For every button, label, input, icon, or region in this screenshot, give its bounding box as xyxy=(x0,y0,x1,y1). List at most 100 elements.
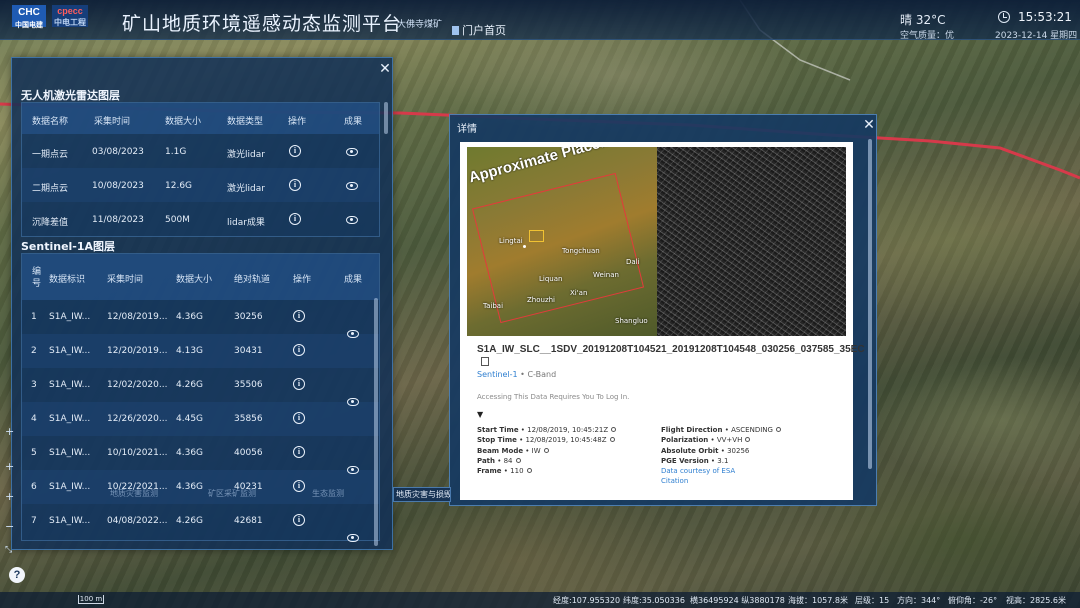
table-row[interactable]: 4 S1A_IW... 12/26/2020... 4.45G 35856 i xyxy=(22,402,379,436)
cell-type: 激光lidar xyxy=(227,150,265,160)
cell-no: 2 xyxy=(31,346,37,356)
footprint-map[interactable]: Approximate Placement Only Lingtai Tongc… xyxy=(467,147,657,336)
gear-icon[interactable] xyxy=(609,437,615,443)
gear-icon[interactable] xyxy=(515,457,521,463)
sentinel-layer-title: Sentinel-1A图层 xyxy=(21,240,116,253)
col-header: 成果 xyxy=(344,117,363,127)
cell-orbit: 30431 xyxy=(234,346,263,356)
info-icon[interactable]: i xyxy=(289,179,301,191)
cell-id: S1A_IW... xyxy=(49,448,91,458)
uav-scrollbar[interactable] xyxy=(384,102,388,134)
eye-icon[interactable] xyxy=(347,534,359,542)
meta-value: ASCENDING xyxy=(731,426,773,434)
cell-name: 二期点云 xyxy=(32,184,69,194)
info-icon[interactable]: i xyxy=(293,344,305,356)
gear-icon[interactable] xyxy=(543,447,549,453)
table-row[interactable]: 3 S1A_IW... 12/02/2020... 4.26G 35506 i xyxy=(22,368,379,402)
granule-name: S1A_IW_SLC__1SDV_20191208T104521_2019120… xyxy=(477,343,865,369)
info-icon[interactable]: i xyxy=(289,145,301,157)
dialog-title: 详情 xyxy=(457,124,477,135)
data-courtesy-link[interactable]: Data courtesy of ESA xyxy=(661,466,781,476)
info-icon[interactable]: i xyxy=(293,514,305,526)
cell-id: S1A_IW... xyxy=(49,346,91,356)
app-title: 矿山地质环境遥感动态监测平台 xyxy=(122,13,403,35)
eye-icon[interactable] xyxy=(346,216,358,224)
dialog-scrollbar[interactable] xyxy=(868,139,872,469)
sar-preview-image[interactable] xyxy=(657,147,846,336)
table-row[interactable]: 沉降差值 11/08/2023 500M lidar成果 i xyxy=(22,202,379,236)
zoom-out-icon[interactable]: − xyxy=(5,520,14,533)
info-icon[interactable]: i xyxy=(293,446,305,458)
status-bar: 100 m 经度:107.955320 纬度:35.050336 横364959… xyxy=(0,592,1080,608)
ghost-layer-label: 地质灾害监测 xyxy=(110,489,158,498)
city-label: Shangluo xyxy=(615,317,648,325)
info-icon[interactable]: i xyxy=(293,412,305,424)
sentinel-scrollbar[interactable] xyxy=(374,298,378,546)
info-icon[interactable]: i xyxy=(289,213,301,225)
air-quality: 空气质量：优 xyxy=(900,31,955,41)
info-icon[interactable]: i xyxy=(293,310,305,322)
sentinel-table: 编号 数据标识 采集时间 数据大小 绝对轨道 操作 成果 1 S1A_IW...… xyxy=(21,253,380,542)
eye-icon[interactable] xyxy=(347,330,359,338)
meta-key: Beam Mode xyxy=(477,446,524,455)
meta-value: 84 xyxy=(503,456,513,465)
zoom-in-icon[interactable]: + xyxy=(5,490,14,503)
table-row[interactable]: 7 S1A_IW... 04/08/2022... 4.26G 42681 i xyxy=(22,504,379,538)
cell-type: lidar成果 xyxy=(227,218,265,228)
meta-value: VV+VH xyxy=(716,436,743,445)
cell-id: S1A_IW... xyxy=(49,414,91,424)
expand-triangle-icon[interactable]: ▼ xyxy=(477,410,483,419)
table-row[interactable]: 一期点云 03/08/2023 1.1G 激光lidar i xyxy=(22,134,379,168)
cell-orbit: 42681 xyxy=(234,516,263,526)
gear-icon[interactable] xyxy=(526,468,532,474)
city-label: Lingtai xyxy=(499,237,523,245)
gear-icon[interactable] xyxy=(745,437,751,443)
table-row[interactable]: 二期点云 10/08/2023 12.6G 激光lidar i xyxy=(22,168,379,202)
meta-key: Stop Time xyxy=(477,436,517,445)
cell-id: S1A_IW... xyxy=(49,312,91,322)
help-icon[interactable]: ? xyxy=(9,567,25,583)
platform-link[interactable]: Sentinel-1 xyxy=(477,370,518,379)
portal-home-link[interactable]: 门户首页 xyxy=(452,22,506,38)
login-notice: Accessing This Data Requires You To Log … xyxy=(477,393,630,401)
altitude-readout: 海拔：1057.8米 xyxy=(788,596,848,605)
table-row[interactable]: 5 S1A_IW... 10/10/2021... 4.36G 40056 i xyxy=(22,436,379,470)
close-icon[interactable]: ✕ xyxy=(378,62,392,76)
gear-icon[interactable] xyxy=(775,427,781,432)
cell-date: 04/08/2022... xyxy=(107,516,168,526)
geohazard-tab[interactable]: 地质灾害与损毁 xyxy=(393,487,451,502)
resize-icon[interactable]: ⤡ xyxy=(5,545,12,555)
zoom-in-icon[interactable]: + xyxy=(5,460,14,473)
city-label: Zhouzhi xyxy=(527,296,556,304)
copy-icon[interactable] xyxy=(481,357,489,366)
eye-icon[interactable] xyxy=(346,148,358,156)
col-header: 成果 xyxy=(344,275,363,285)
col-header: 采集时间 xyxy=(107,275,144,285)
table-header: 编号 数据标识 采集时间 数据大小 绝对轨道 操作 成果 xyxy=(22,254,379,300)
eye-icon[interactable] xyxy=(346,182,358,190)
meta-key: Absolute Orbit xyxy=(661,446,719,455)
granule-card: Approximate Placement Only Lingtai Tongc… xyxy=(460,142,865,500)
cell-type: 激光lidar xyxy=(227,184,265,194)
eye-icon[interactable] xyxy=(347,466,359,474)
info-icon[interactable]: i xyxy=(293,378,305,390)
cell-id: S1A_IW... xyxy=(49,482,91,492)
table-row[interactable]: 1 S1A_IW... 12/08/2019... 4.36G 30256 i xyxy=(22,300,379,334)
table-row[interactable]: 2 S1A_IW... 12/20/2019... 4.13G 30431 i xyxy=(22,334,379,368)
meta-value: IW xyxy=(531,446,541,455)
cell-date: 12/02/2020... xyxy=(107,380,168,390)
gear-icon[interactable] xyxy=(611,427,617,432)
band-text: C-Band xyxy=(527,370,557,379)
eye-icon[interactable] xyxy=(347,398,359,406)
cell-date: 12/26/2020... xyxy=(107,414,168,424)
info-icon[interactable]: i xyxy=(293,480,305,492)
footprint-box xyxy=(471,172,645,324)
ghost-layer-label: 矿区采矿监测 xyxy=(208,489,256,498)
close-icon[interactable]: ✕ xyxy=(862,118,876,132)
zoom-in-icon[interactable]: + xyxy=(5,425,14,438)
col-header: 数据名称 xyxy=(32,117,69,127)
cell-size: 500M xyxy=(165,215,190,225)
layer-panel: ✕ 无人机激光雷达图层 数据名称 采集时间 数据大小 数据类型 操作 成果 一期… xyxy=(11,57,393,550)
citation-link[interactable]: Citation xyxy=(661,476,781,486)
longitude-readout: 经度:107.955320 xyxy=(553,596,621,605)
